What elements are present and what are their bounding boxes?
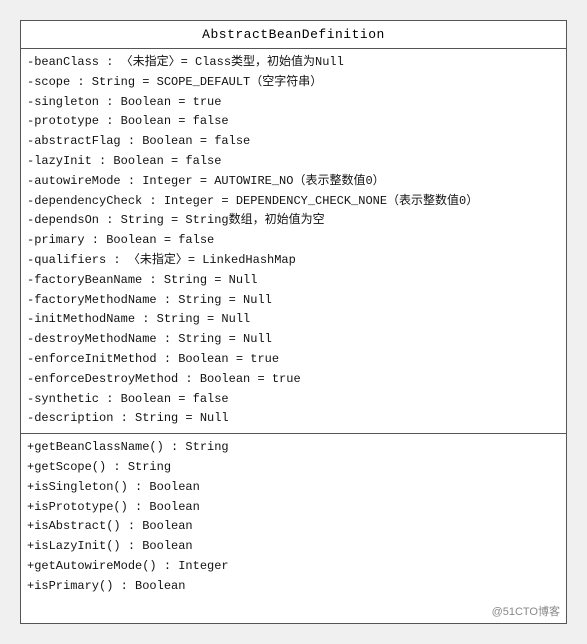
field-item: -factoryBeanName : String = Null: [27, 271, 560, 291]
method-item: +isAbstract() : Boolean: [27, 517, 560, 537]
class-diagram: AbstractBeanDefinition -beanClass : 〈未指定…: [20, 20, 567, 624]
class-title: AbstractBeanDefinition: [21, 21, 566, 49]
methods-section: +getBeanClassName() : String+getScope() …: [21, 434, 566, 600]
field-item: -enforceDestroyMethod : Boolean = true: [27, 370, 560, 390]
field-item: -qualifiers : 〈未指定〉= LinkedHashMap: [27, 251, 560, 271]
method-item: +isSingleton() : Boolean: [27, 478, 560, 498]
field-item: -synthetic : Boolean = false: [27, 390, 560, 410]
watermark: @51CTO博客: [21, 601, 566, 623]
field-item: -enforceInitMethod : Boolean = true: [27, 350, 560, 370]
field-item: -primary : Boolean = false: [27, 231, 560, 251]
method-item: +isPrototype() : Boolean: [27, 498, 560, 518]
field-item: -autowireMode : Integer = AUTOWIRE_NO（表示…: [27, 172, 560, 192]
method-item: +getScope() : String: [27, 458, 560, 478]
method-item: +isPrimary() : Boolean: [27, 577, 560, 597]
field-item: -scope : String = SCOPE_DEFAULT（空字符串）: [27, 73, 560, 93]
field-item: -abstractFlag : Boolean = false: [27, 132, 560, 152]
field-item: -initMethodName : String = Null: [27, 310, 560, 330]
field-item: -description : String = Null: [27, 409, 560, 429]
field-item: -dependsOn : String = String数组，初始值为空: [27, 211, 560, 231]
method-item: +isLazyInit() : Boolean: [27, 537, 560, 557]
fields-section: -beanClass : 〈未指定〉= Class类型，初始值为Null-sco…: [21, 49, 566, 434]
field-item: -singleton : Boolean = true: [27, 93, 560, 113]
method-item: +getAutowireMode() : Integer: [27, 557, 560, 577]
field-item: -destroyMethodName : String = Null: [27, 330, 560, 350]
field-item: -lazyInit : Boolean = false: [27, 152, 560, 172]
field-item: -dependencyCheck : Integer = DEPENDENCY_…: [27, 192, 560, 212]
field-item: -prototype : Boolean = false: [27, 112, 560, 132]
method-item: +getBeanClassName() : String: [27, 438, 560, 458]
field-item: -beanClass : 〈未指定〉= Class类型，初始值为Null: [27, 53, 560, 73]
field-item: -factoryMethodName : String = Null: [27, 291, 560, 311]
